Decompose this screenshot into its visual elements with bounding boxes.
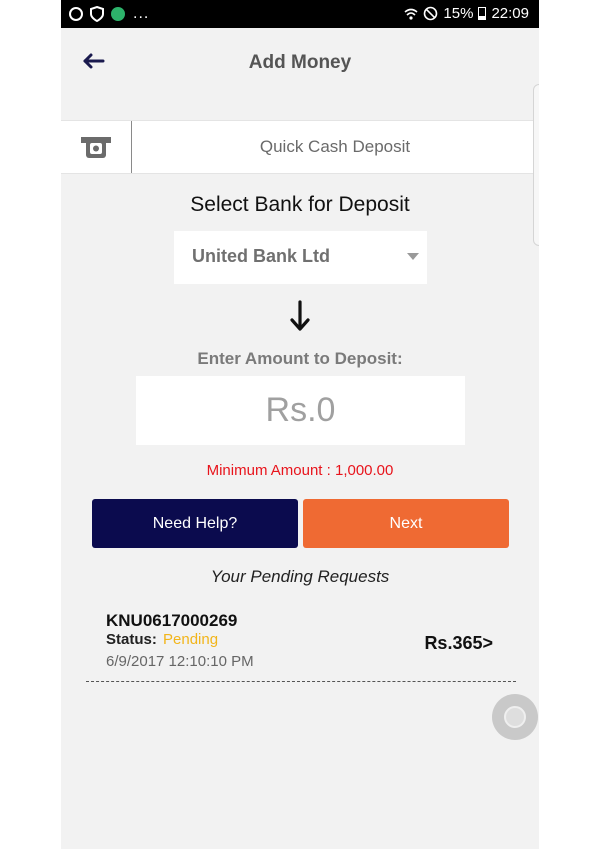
selected-bank: United Bank Ltd xyxy=(192,246,330,266)
arrow-down-icon xyxy=(290,300,310,331)
side-drawer-handle[interactable] xyxy=(533,84,539,246)
request-id: KNU0617000269 xyxy=(106,611,238,630)
amount-label: Enter Amount to Deposit: xyxy=(197,349,403,368)
tab-quick-cash-deposit[interactable]: Quick Cash Deposit xyxy=(61,120,539,174)
request-amount: Rs.365> xyxy=(424,633,493,653)
do-not-disturb-icon xyxy=(424,6,438,21)
status-badge: Pending xyxy=(163,631,219,648)
next-button[interactable]: Next xyxy=(303,499,509,548)
pending-requests-heading: Your Pending Requests xyxy=(210,567,390,586)
page-title: Add Money xyxy=(248,52,352,73)
pending-request-item[interactable]: KNU0617000269 Status: Pending 6/9/2017 1… xyxy=(86,600,506,684)
status-label: Status: xyxy=(106,631,157,648)
clock: 22:09 xyxy=(491,5,529,22)
need-help-button[interactable]: Need Help? xyxy=(92,499,298,548)
request-date: 6/9/2017 12:10:10 PM xyxy=(106,653,254,670)
battery-percent: 15% xyxy=(443,5,474,22)
dashed-divider xyxy=(86,681,516,682)
battery-icon xyxy=(478,7,487,20)
minimum-amount-note: Minimum Amount : 1,000.00 xyxy=(206,462,394,479)
bank-dropdown[interactable]: United Bank Ltd xyxy=(174,231,427,284)
status-bar: ... 15% 22:09 xyxy=(61,0,539,28)
cash-deposit-icon xyxy=(81,137,111,158)
vpn-icon xyxy=(90,6,104,22)
chevron-down-icon xyxy=(407,253,419,260)
select-bank-heading: Select Bank for Deposit xyxy=(190,193,410,216)
globe-icon xyxy=(111,7,125,21)
tab-label: Quick Cash Deposit xyxy=(259,137,411,156)
header: Add Money xyxy=(61,28,539,120)
wifi-icon xyxy=(404,8,418,20)
floating-assistive-button[interactable] xyxy=(492,694,538,740)
app-screen: ... 15% 22:09 Add Money Quick Cash Depos… xyxy=(61,0,539,849)
amount-input[interactable] xyxy=(136,376,465,445)
more-notifications: ... xyxy=(133,5,150,22)
shield-icon xyxy=(69,7,83,21)
